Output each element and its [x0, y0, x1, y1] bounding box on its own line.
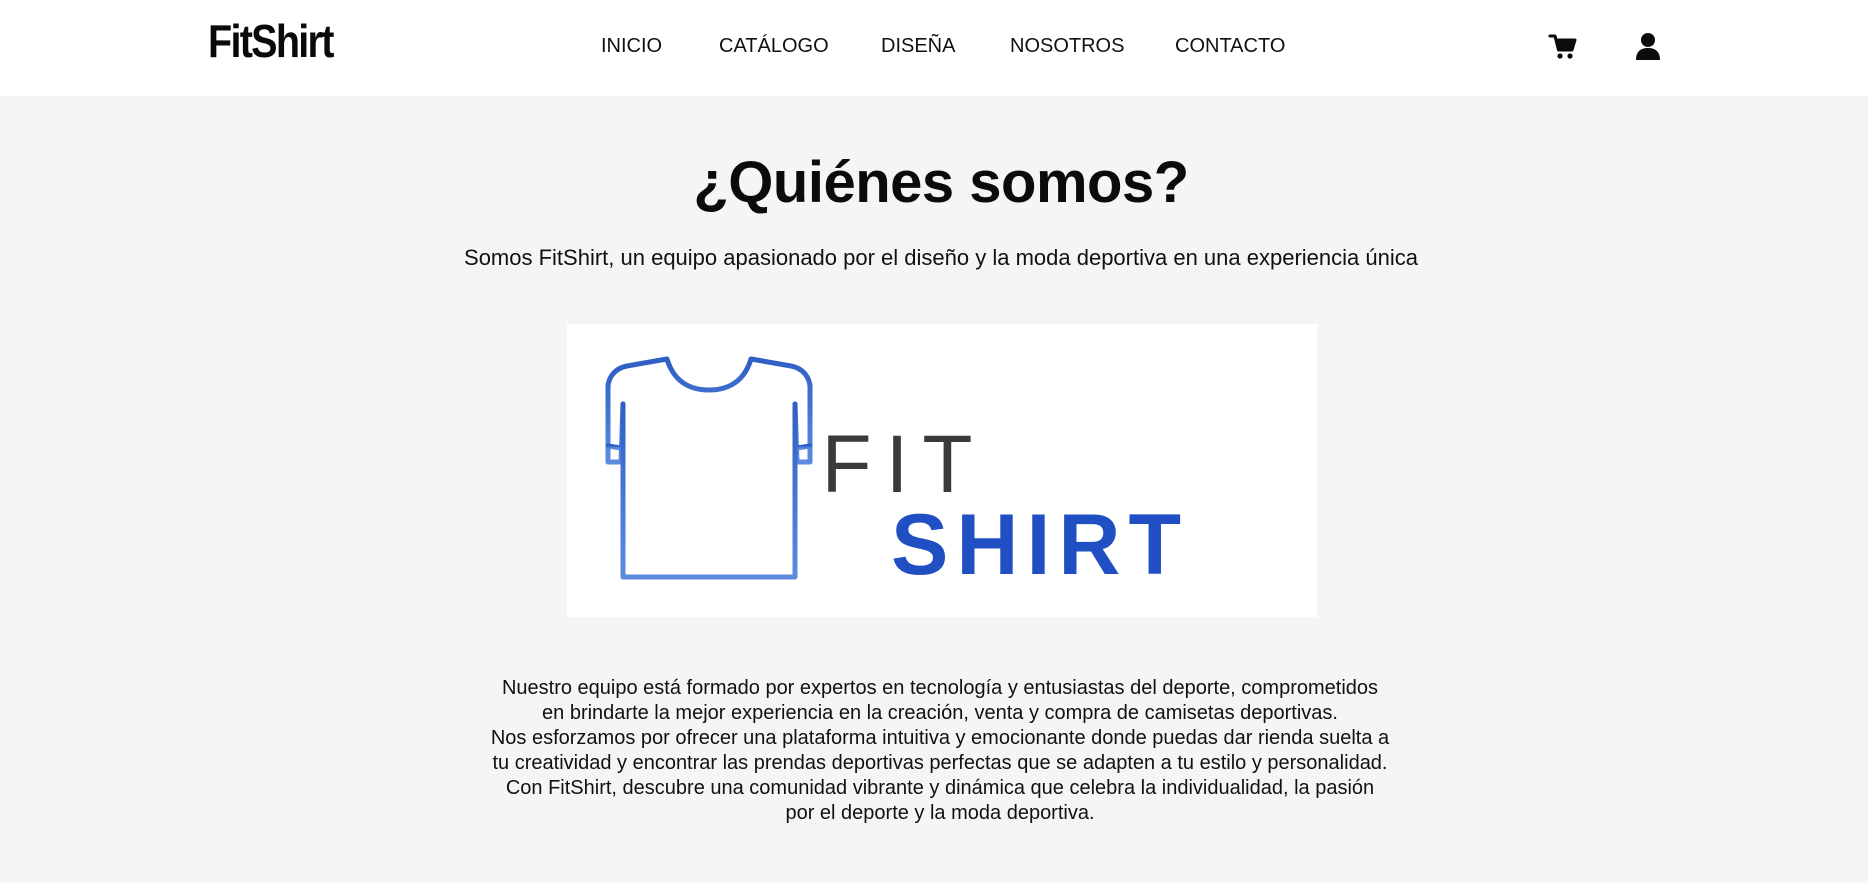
nav-item-nosotros[interactable]: NOSOTROS [1010, 33, 1124, 59]
nav-item-disena[interactable]: DISEÑA [881, 33, 955, 59]
shopping-cart-icon[interactable] [1548, 31, 1578, 61]
user-icon[interactable] [1633, 31, 1663, 61]
page-subtitle: Somos FitShirt, un equipo apasionado por… [464, 245, 1418, 270]
main-nav: INICIO CATÁLOGO DISEÑA NOSOTROS CONTACTO [0, 0, 1868, 92]
about-description: Nuestro equipo está formado por expertos… [490, 676, 1390, 826]
page-title: ¿Quiénes somos? [693, 150, 1189, 215]
t-shirt-icon [605, 356, 813, 580]
nav-item-catalogo[interactable]: CATÁLOGO [719, 33, 829, 59]
nav-item-inicio[interactable]: INICIO [601, 33, 662, 59]
fitshirt-logo-image: FIT SHIRT [567, 324, 1317, 617]
logo-word-shirt: SHIRT [891, 497, 1189, 593]
about-paragraph-2: Nos esforzamos por ofrecer una plataform… [490, 727, 1390, 824]
about-paragraph-1: Nuestro equipo está formado por expertos… [501, 677, 1379, 724]
site-header: FitShirt INICIO CATÁLOGO DISEÑA NOSOTROS… [0, 0, 1868, 96]
nav-item-contacto[interactable]: CONTACTO [1175, 33, 1285, 59]
